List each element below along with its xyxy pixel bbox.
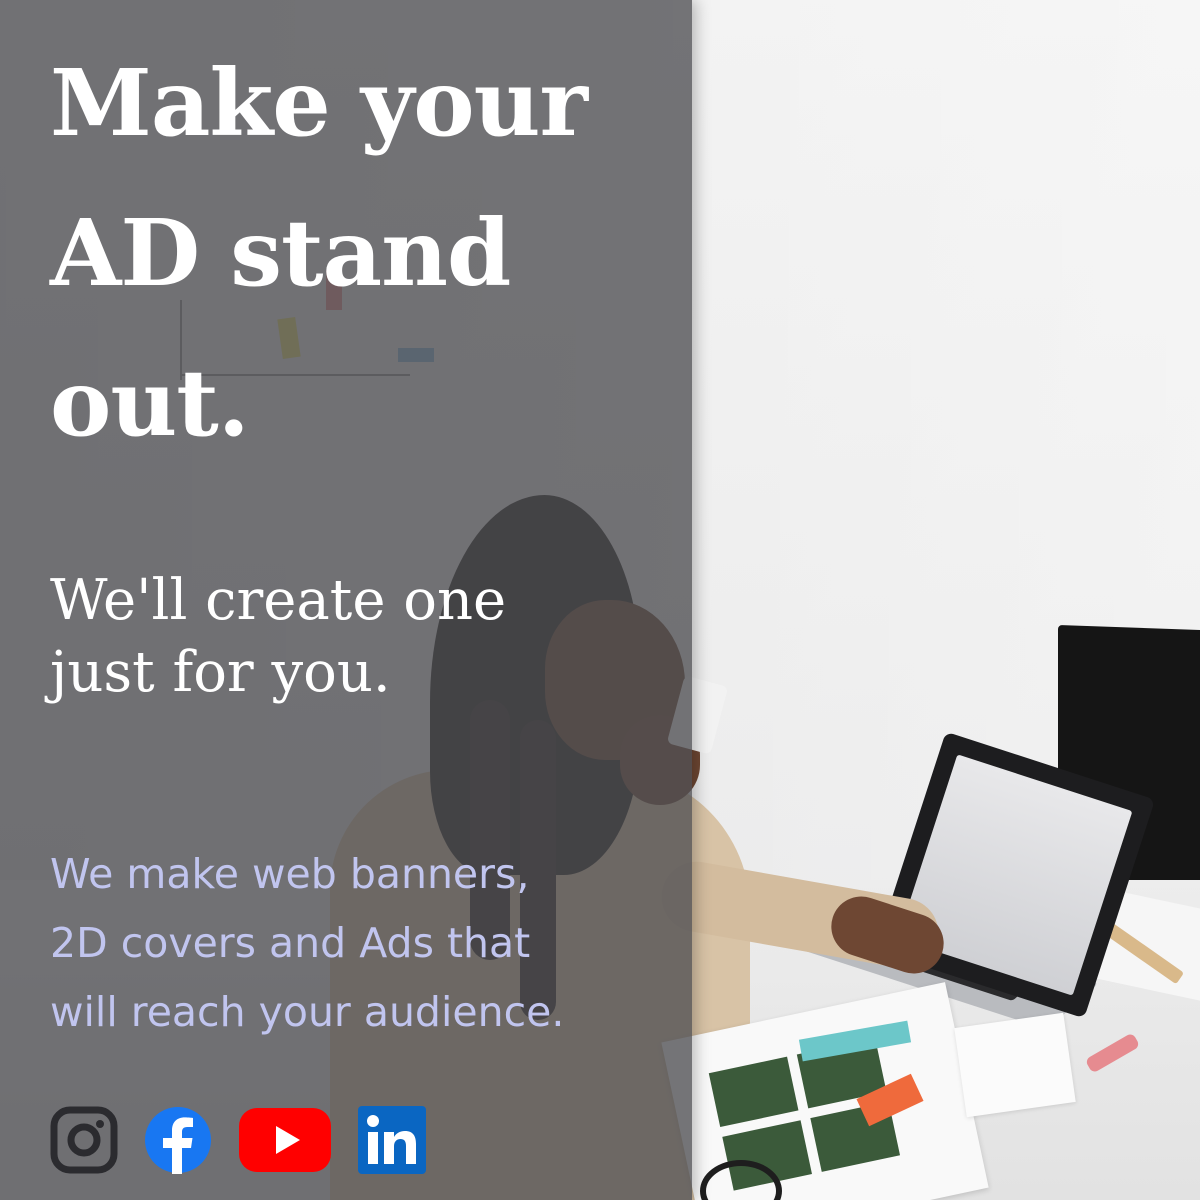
- headline: Make your AD stand out.: [50, 28, 680, 478]
- description-line: We make web banners,: [50, 850, 530, 898]
- paper: [954, 1012, 1076, 1118]
- headline-line: AD stand: [50, 199, 511, 307]
- headline-line: out.: [50, 349, 250, 457]
- instagram-icon[interactable]: [50, 1106, 118, 1174]
- youtube-icon[interactable]: [238, 1107, 332, 1173]
- social-links: [50, 1106, 426, 1174]
- description-line: 2D covers and Ads that: [50, 919, 531, 967]
- description-line: will reach your audience.: [50, 988, 565, 1036]
- subheadline-line: We'll create one: [50, 568, 507, 633]
- subheadline: We'll create one just for you.: [50, 565, 670, 709]
- subheadline-line: just for you.: [50, 640, 391, 705]
- facebook-icon[interactable]: [144, 1106, 212, 1174]
- description: We make web banners, 2D covers and Ads t…: [50, 840, 680, 1047]
- headline-line: Make your: [50, 49, 588, 157]
- linkedin-icon[interactable]: [358, 1106, 426, 1174]
- printout-chart: [708, 1056, 799, 1128]
